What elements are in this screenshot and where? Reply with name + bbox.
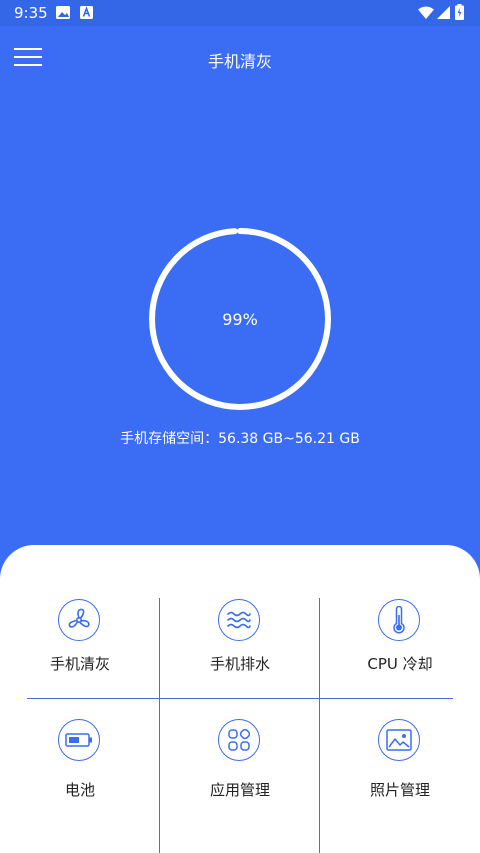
progress-percent: 99% (222, 310, 258, 329)
tool-label: CPU 冷却 (367, 655, 433, 673)
thermometer-icon (378, 599, 420, 641)
fan-icon (58, 599, 100, 641)
battery-status-icon (455, 4, 464, 20)
app-notification-icon (80, 6, 93, 19)
app-bar: 手机清灰 (0, 26, 480, 90)
tool-label: 照片管理 (369, 781, 430, 799)
tool-label: 手机排水 (209, 655, 270, 673)
storage-info-text: 手机存储空间：56.38 GB~56.21 GB (120, 431, 360, 447)
gallery-notification-icon (56, 6, 70, 19)
tool-cpu-cool[interactable]: CPU 冷却 (320, 595, 480, 717)
signal-icon (437, 6, 450, 19)
tools-panel: 手机清灰 手机排水 CPU 冷却 电池 应用管理 照片管理 (0, 545, 480, 853)
water-waves-icon (218, 599, 260, 641)
tool-battery[interactable]: 电池 (0, 719, 160, 841)
status-bar: 9:35 (0, 0, 480, 26)
page-title: 手机清灰 (207, 52, 272, 71)
battery-icon (58, 719, 100, 761)
tool-water-eject[interactable]: 手机排水 (160, 595, 320, 717)
tool-label: 电池 (64, 781, 95, 799)
apps-grid-icon (218, 719, 260, 761)
tool-dust-clean[interactable]: 手机清灰 (0, 595, 160, 717)
tool-label: 手机清灰 (49, 655, 110, 673)
tool-app-manager[interactable]: 应用管理 (160, 719, 320, 841)
tool-label: 应用管理 (209, 781, 270, 799)
tool-photo-manager[interactable]: 照片管理 (320, 719, 480, 841)
photo-icon (378, 719, 420, 761)
status-time: 9:35 (14, 4, 48, 22)
wifi-icon (418, 6, 434, 19)
